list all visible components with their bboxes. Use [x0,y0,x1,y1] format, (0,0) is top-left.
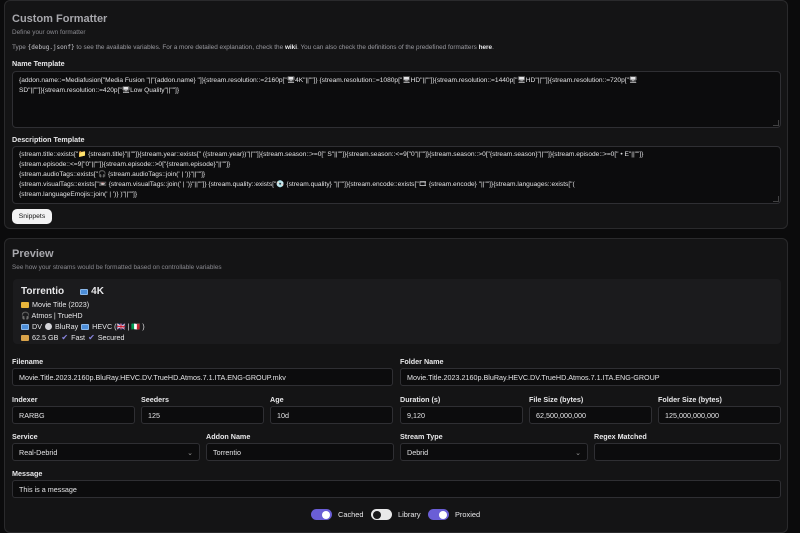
template-line: {stream.episode::<=9["0"||""]}{stream.ep… [19,161,231,168]
formatted-stream-preview: Torrentio 4K Movie Title (2023) 🎧 Atmos … [13,279,781,344]
check-icon: ✔ [88,333,95,342]
file-size-label: File Size (bytes) [529,395,584,404]
preview-card: Preview See how your streams would be fo… [4,238,788,533]
chevron-down-icon: ⌄ [187,450,193,457]
description-text: to see the available variables. For a mo… [76,44,284,51]
preview-quality: BluRay [55,322,79,331]
toggle-knob [373,510,381,519]
preview-movie-title: Movie Title (2023) [32,300,90,309]
folder-icon [21,301,29,308]
preview-name-line: Torrentio 4K [21,286,104,297]
resize-handle[interactable] [773,196,779,202]
service-select[interactable]: Real-Debrid ⌄ [12,443,200,461]
stream-type-select[interactable]: Debrid ⌄ [400,443,588,461]
wiki-link[interactable]: wiki [285,44,297,51]
disc-icon [45,323,52,330]
regex-matched-input[interactable] [594,443,781,461]
indexer-input[interactable]: RARBG [12,406,135,424]
preview-resolution: 4K [91,286,104,297]
preview-size-line: 62.5 GB ✔ Fast ✔ Secured [21,333,125,342]
template-line: {addon.name::=Mediafusion["Media Fusion … [19,77,638,84]
formatter-description: Type {debug.jsonf} to see the available … [12,44,494,51]
preview-subtitle: See how your streams would be formatted … [12,264,222,271]
preview-secured: Secured [97,333,125,342]
preview-visual-line: DV BluRay HEVC (🇬🇧 | 🇮🇹 ) [21,322,145,331]
description-text: . [492,44,494,51]
indexer-label: Indexer [12,395,38,404]
proxied-label: Proxied [455,510,481,519]
service-label: Service [12,432,38,441]
preview-title-line: Movie Title (2023) [21,300,89,309]
cached-toggle[interactable] [311,509,332,520]
description-text: Type [12,44,26,51]
film-icon [81,323,90,330]
seeders-input[interactable]: 125 [141,406,264,424]
duration-label: Duration (s) [400,395,441,404]
section-subtitle: Define your own formatter [12,29,86,36]
proxied-toggle[interactable] [428,509,449,520]
check-icon: ✔ [61,333,69,342]
file-size-input[interactable]: 62,500,000,000 [529,406,652,424]
library-toggle[interactable] [371,509,392,520]
description-template-input[interactable]: {stream.title::exists["📁 {stream.title}"… [12,146,781,204]
seeders-label: Seeders [141,395,169,404]
library-label: Library [398,510,421,519]
video-tape-icon [21,323,29,330]
filename-input[interactable]: Movie.Title.2023.2160p.BluRay.HEVC.DV.Tr… [12,368,393,386]
custom-formatter-card: Custom Formatter Define your own formatt… [4,0,788,229]
preview-addon-name: Torrentio [21,286,65,297]
description-text: . You can also check the definitions of … [297,44,477,51]
template-line: SD"||""]}{stream.resolution::=420p["🖥Low… [19,87,180,94]
message-input[interactable]: This is a message [12,480,781,498]
folder-name-input[interactable]: Movie.Title.2023.2160p.BluRay.HEVC.DV.Tr… [400,368,781,386]
stream-type-value: Debrid [407,447,429,457]
toggle-knob [322,510,330,519]
template-line: {stream.languageEmojis::join(' | ')} )"|… [19,191,138,198]
duration-input[interactable]: 9,120 [400,406,523,424]
preview-title: Preview [12,248,54,260]
tv-icon [80,288,89,295]
cached-label: Cached [338,510,364,519]
folder-size-input[interactable]: 125,000,000,000 [658,406,781,424]
debug-code: {debug.jsonf} [27,44,75,51]
here-link[interactable]: here [479,44,493,51]
stream-type-label: Stream Type [400,432,443,441]
preview-encode: HEVC (🇬🇧 | 🇮🇹 ) [92,322,145,331]
addon-name-input[interactable]: Torrentio [206,443,394,461]
addon-name-label: Addon Name [206,432,251,441]
folder-size-label: Folder Size (bytes) [658,395,722,404]
age-input[interactable]: 10d [270,406,393,424]
name-template-input[interactable]: {addon.name::=Mediafusion["Media Fusion … [12,71,781,128]
template-line: {stream.audioTags::exists["🎧 {stream.aud… [19,171,206,178]
template-line: {stream.title::exists["📁 {stream.title}"… [19,151,644,158]
template-line: {stream.visualTags::exists["📼 {stream.vi… [19,181,575,188]
toggle-knob [439,510,447,519]
service-value: Real-Debrid [19,447,58,457]
preview-audio-tags: 🎧 Atmos | TrueHD [21,311,83,320]
filename-label: Filename [12,357,44,366]
preview-audio-line: 🎧 Atmos | TrueHD [21,311,83,320]
preview-size: 62.5 GB [32,333,59,342]
snippets-button[interactable]: Snippets [12,209,52,224]
description-template-label: Description Template [12,135,85,144]
message-label: Message [12,469,43,478]
folder-name-label: Folder Name [400,357,444,366]
age-label: Age [270,395,284,404]
preview-fast: Fast [71,333,86,342]
resize-handle[interactable] [773,120,779,126]
regex-matched-label: Regex Matched [594,432,647,441]
chevron-down-icon: ⌄ [575,450,581,457]
package-icon [21,334,29,341]
preview-visual-tag: DV [32,322,42,331]
section-title: Custom Formatter [12,13,108,25]
name-template-label: Name Template [12,59,65,68]
